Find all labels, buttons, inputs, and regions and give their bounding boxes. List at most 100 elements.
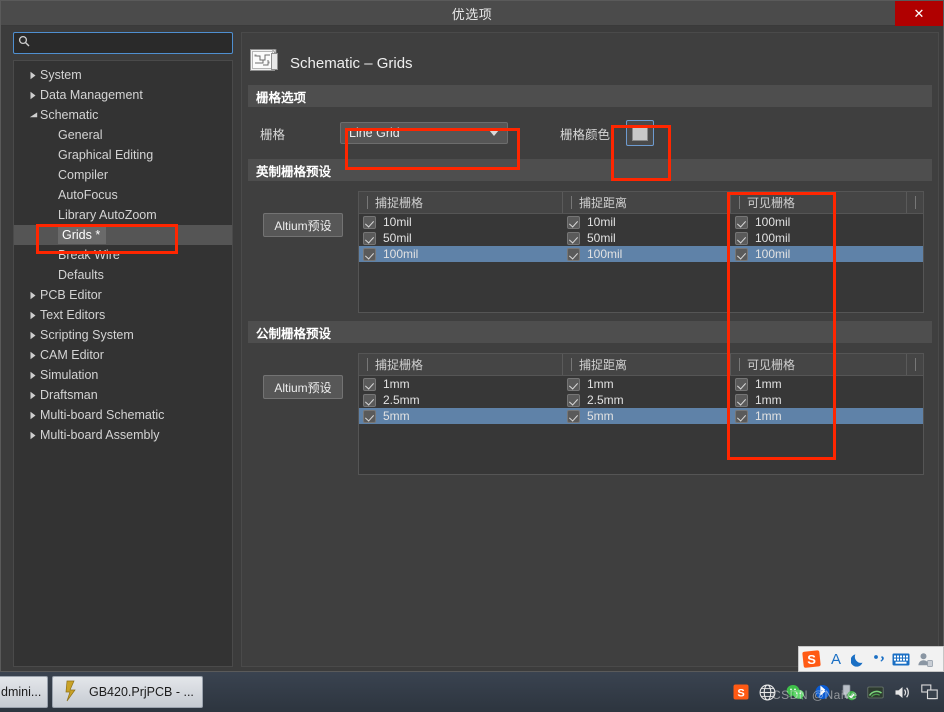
chevron-right-icon[interactable] bbox=[26, 71, 40, 80]
metric-column-header[interactable]: 捕捉距离 bbox=[563, 354, 731, 375]
imperial-snap-grid-cell[interactable]: 50mil bbox=[359, 230, 563, 246]
sidebar-item-defaults[interactable]: Defaults bbox=[14, 265, 232, 285]
table-row[interactable]: 1mm 1mm 1mm bbox=[359, 376, 923, 392]
metric-visible-grid-checkbox[interactable] bbox=[735, 377, 748, 391]
taskbar-item-altium[interactable]: GB420.PrjPCB - ... bbox=[52, 676, 203, 708]
imperial-snap-distance-cell[interactable]: 50mil bbox=[563, 230, 731, 246]
imperial-column-header[interactable]: 可见栅格 bbox=[731, 192, 907, 213]
metric-visible-grid-checkbox[interactable] bbox=[735, 393, 748, 407]
chevron-right-icon[interactable] bbox=[26, 411, 40, 420]
sidebar-item-cam-editor[interactable]: CAM Editor bbox=[14, 345, 232, 365]
sidebar-item-library-autozoom[interactable]: Library AutoZoom bbox=[14, 205, 232, 225]
globe-browser-icon[interactable] bbox=[759, 684, 776, 701]
preferences-tree[interactable]: System Data Management Schematic General Gra… bbox=[13, 60, 233, 667]
imperial-snap-distance-checkbox[interactable] bbox=[567, 231, 580, 245]
imperial-snap-grid-checkbox[interactable] bbox=[363, 215, 376, 229]
metric-column-header[interactable]: 捕捉栅格 bbox=[359, 354, 563, 375]
chevron-right-icon[interactable] bbox=[26, 311, 40, 320]
metric-snap-grid-checkbox[interactable] bbox=[363, 377, 376, 391]
sidebar-item-schematic[interactable]: Schematic bbox=[14, 105, 232, 125]
grid-type-select[interactable]: Line Grid bbox=[340, 122, 508, 144]
metric-snap-distance-checkbox[interactable] bbox=[567, 393, 580, 407]
metric-snap-grid-checkbox[interactable] bbox=[363, 409, 376, 423]
close-button[interactable]: ✕ bbox=[895, 1, 943, 26]
imperial-snap-distance-cell[interactable]: 10mil bbox=[563, 214, 731, 230]
chevron-right-icon[interactable] bbox=[26, 351, 40, 360]
metric-grid-table[interactable]: 捕捉栅格 捕捉距离 可见栅格 1mm 1mm 1mm 2.5mm 2.5mm 1mm 5mm 5mm… bbox=[358, 353, 924, 475]
sidebar-item-text-editors[interactable]: Text Editors bbox=[14, 305, 232, 325]
grid-color-button[interactable] bbox=[626, 120, 654, 146]
chevron-right-icon[interactable] bbox=[26, 331, 40, 340]
input-mode-english-icon[interactable]: A bbox=[825, 651, 847, 668]
display-projector-icon[interactable] bbox=[921, 684, 938, 700]
metric-snap-distance-checkbox[interactable] bbox=[567, 377, 580, 391]
imperial-snap-grid-checkbox[interactable] bbox=[363, 247, 376, 261]
metric-snap-grid-cell[interactable]: 5mm bbox=[359, 408, 563, 424]
sogou-ime-toolbar[interactable]: S A bbox=[798, 646, 944, 672]
imperial-visible-grid-checkbox[interactable] bbox=[735, 231, 748, 245]
sidebar-item-general[interactable]: General bbox=[14, 125, 232, 145]
sidebar-item-draftsman[interactable]: Draftsman bbox=[14, 385, 232, 405]
imperial-column-header[interactable]: 捕捉距离 bbox=[563, 192, 731, 213]
taskbar-item-admin[interactable]: dmini... bbox=[0, 676, 48, 708]
metric-visible-grid-checkbox[interactable] bbox=[735, 409, 748, 423]
metric-altium-preset-button[interactable]: Altium预设 bbox=[263, 375, 343, 399]
sogou-tray-icon[interactable]: S bbox=[733, 684, 749, 700]
imperial-snap-grid-cell[interactable]: 10mil bbox=[359, 214, 563, 230]
sidebar-item-system[interactable]: System bbox=[14, 65, 232, 85]
imperial-column-header[interactable] bbox=[907, 192, 923, 213]
imperial-column-header[interactable]: 捕捉栅格 bbox=[359, 192, 563, 213]
chevron-right-icon[interactable] bbox=[26, 371, 40, 380]
bluetooth-icon[interactable] bbox=[815, 684, 830, 700]
chevron-right-icon[interactable] bbox=[26, 91, 40, 100]
sidebar-item-data-management[interactable]: Data Management bbox=[14, 85, 232, 105]
metric-snap-distance-cell[interactable]: 2.5mm bbox=[563, 392, 731, 408]
search-box[interactable] bbox=[13, 32, 233, 54]
metric-snap-distance-cell[interactable]: 5mm bbox=[563, 408, 731, 424]
chevron-right-icon[interactable] bbox=[26, 291, 40, 300]
imperial-visible-grid-cell[interactable]: 100mil bbox=[731, 214, 907, 230]
metric-visible-grid-cell[interactable]: 1mm bbox=[731, 376, 907, 392]
metric-snap-distance-checkbox[interactable] bbox=[567, 409, 580, 423]
chinese-mode-moon-icon[interactable] bbox=[847, 652, 869, 667]
imperial-visible-grid-cell[interactable]: 100mil bbox=[731, 246, 907, 262]
sidebar-item-multi-board-schematic[interactable]: Multi-board Schematic bbox=[14, 405, 232, 425]
network-icon[interactable] bbox=[867, 685, 884, 700]
sidebar-item-compiler[interactable]: Compiler bbox=[14, 165, 232, 185]
sidebar-item-break-wire[interactable]: Break Wire bbox=[14, 245, 232, 265]
table-row[interactable]: 100mil 100mil 100mil bbox=[359, 246, 923, 262]
sidebar-item-graphical-editing[interactable]: Graphical Editing bbox=[14, 145, 232, 165]
metric-visible-grid-cell[interactable]: 1mm bbox=[731, 392, 907, 408]
metric-column-header[interactable] bbox=[907, 354, 923, 375]
chevron-right-icon[interactable] bbox=[26, 431, 40, 440]
imperial-snap-grid-cell[interactable]: 100mil bbox=[359, 246, 563, 262]
soft-keyboard-icon[interactable] bbox=[889, 653, 913, 666]
metric-column-header[interactable]: 可见栅格 bbox=[731, 354, 907, 375]
metric-visible-grid-cell[interactable]: 1mm bbox=[731, 408, 907, 424]
sogou-logo-icon[interactable]: S bbox=[799, 649, 825, 669]
chevron-right-icon[interactable] bbox=[26, 391, 40, 400]
table-row[interactable]: 10mil 10mil 100mil bbox=[359, 214, 923, 230]
sidebar-item-simulation[interactable]: Simulation bbox=[14, 365, 232, 385]
metric-snap-grid-cell[interactable]: 2.5mm bbox=[359, 392, 563, 408]
imperial-snap-distance-checkbox[interactable] bbox=[567, 247, 580, 261]
chevron-down-icon[interactable] bbox=[26, 111, 40, 119]
punctuation-mode-icon[interactable] bbox=[869, 652, 889, 667]
sidebar-item-multi-board-assembly[interactable]: Multi-board Assembly bbox=[14, 425, 232, 445]
sidebar-item-grids[interactable]: Grids * bbox=[14, 225, 232, 245]
imperial-snap-grid-checkbox[interactable] bbox=[363, 231, 376, 245]
search-input[interactable] bbox=[30, 35, 228, 51]
imperial-grid-table[interactable]: 捕捉栅格 捕捉距离 可见栅格 10mil 10mil 100mil 50mil 50mil 10… bbox=[358, 191, 924, 313]
metric-snap-grid-cell[interactable]: 1mm bbox=[359, 376, 563, 392]
user-account-icon[interactable] bbox=[913, 652, 937, 667]
table-row[interactable]: 50mil 50mil 100mil bbox=[359, 230, 923, 246]
safely-remove-hardware-icon[interactable] bbox=[840, 684, 857, 701]
sidebar-item-scripting-system[interactable]: Scripting System bbox=[14, 325, 232, 345]
imperial-snap-distance-checkbox[interactable] bbox=[567, 215, 580, 229]
sidebar-item-autofocus[interactable]: AutoFocus bbox=[14, 185, 232, 205]
imperial-visible-grid-cell[interactable]: 100mil bbox=[731, 230, 907, 246]
metric-snap-grid-checkbox[interactable] bbox=[363, 393, 376, 407]
metric-snap-distance-cell[interactable]: 1mm bbox=[563, 376, 731, 392]
imperial-snap-distance-cell[interactable]: 100mil bbox=[563, 246, 731, 262]
wechat-icon[interactable] bbox=[786, 684, 805, 700]
